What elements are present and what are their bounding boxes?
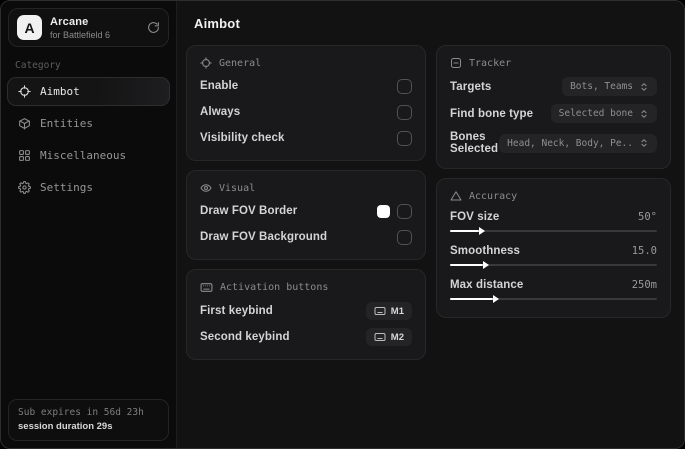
setting-row: Find bone type Selected bone [450, 104, 657, 123]
category-label: Category [15, 60, 61, 71]
sidebar-item-label: Entities [40, 117, 93, 130]
setting-row: Bones Selected Head, Neck, Body, Pe.. [450, 131, 657, 155]
setting-row: Targets Bots, Teams [450, 77, 657, 96]
slider-thumb-icon[interactable] [493, 295, 500, 303]
second-keybind-button[interactable]: M2 [365, 328, 412, 346]
find-bone-type-dropdown[interactable]: Selected bone [550, 104, 657, 123]
fov-border-color-swatch[interactable] [377, 204, 390, 218]
sidebar-item-entities[interactable]: Entities [7, 109, 170, 138]
draw-fov-background-checkbox[interactable] [397, 229, 412, 245]
setting-row: FOV size 50° [450, 211, 657, 236]
bones-selected-dropdown[interactable]: Head, Neck, Body, Pe.. [499, 133, 657, 153]
page-title: Aimbot [194, 16, 240, 31]
setting-row: First keybind M1 [200, 302, 412, 320]
visual-card: Visual Draw FOV Border Draw FOV Backgrou… [186, 170, 426, 260]
chevrons-up-down-icon [639, 109, 649, 119]
sidebar-item-miscellaneous[interactable]: Miscellaneous [7, 141, 170, 170]
first-keybind-button[interactable]: M1 [365, 302, 412, 320]
keybind-value: M1 [390, 305, 404, 317]
sub-expiry-text: Sub expires in 56d 23h [18, 407, 144, 418]
setting-label: Enable [200, 80, 239, 92]
eye-icon [200, 182, 212, 194]
fov-size-value: 50° [638, 211, 657, 223]
setting-row: Draw FOV Border [200, 202, 412, 220]
app-subtitle: for Battlefield 6 [50, 29, 111, 40]
dropdown-value: Bots, Teams [570, 81, 633, 92]
minus-square-icon [450, 57, 462, 69]
setting-label: Draw FOV Background [200, 231, 328, 243]
card-title: Accuracy [469, 190, 518, 202]
keyboard-icon [374, 305, 386, 317]
logo-text: Arcane for Battlefield 6 [50, 16, 110, 40]
grid-icon [18, 149, 31, 162]
setting-label: Visibility check [200, 132, 285, 144]
accuracy-card: Accuracy FOV size 50° Smoothness 15.0 Ma… [436, 178, 671, 318]
max-distance-value: 250m [631, 279, 657, 291]
dropdown-value: Selected bone [558, 108, 633, 119]
sidebar-item-label: Settings [40, 181, 93, 194]
triangle-icon [450, 190, 462, 202]
crosshair-icon [18, 85, 31, 98]
card-title: Tracker [469, 57, 512, 69]
sidebar-item-label: Aimbot [40, 85, 80, 98]
general-card: General Enable Always Visibility check [186, 45, 426, 161]
max-distance-slider[interactable] [450, 294, 657, 304]
dropdown-value: Head, Neck, Body, Pe.. [507, 137, 633, 149]
visibility-check-checkbox[interactable] [397, 130, 412, 146]
keyboard-icon [200, 281, 213, 294]
keybind-value: M2 [390, 331, 404, 343]
slider-thumb-icon[interactable] [483, 261, 490, 269]
tracker-card: Tracker Targets Bots, Teams Find bone ty… [436, 45, 671, 169]
chevrons-up-down-icon [639, 138, 649, 148]
sidebar-item-aimbot[interactable]: Aimbot [7, 77, 170, 106]
keyboard-icon [374, 331, 386, 343]
setting-label: Targets [450, 80, 492, 93]
setting-label: Second keybind [200, 331, 290, 343]
setting-row: Smoothness 15.0 [450, 245, 657, 270]
cube-icon [18, 117, 31, 130]
setting-row: Enable [200, 77, 412, 95]
sidebar-item-label: Miscellaneous [40, 149, 127, 162]
session-duration-text: session duration 29s [18, 421, 113, 432]
main-panel: Aimbot General Enable Always Visibility … [177, 1, 684, 448]
setting-label: Bones Selected [450, 131, 499, 155]
smoothness-value: 15.0 [631, 245, 657, 257]
setting-row: Always [200, 103, 412, 121]
card-title: General [219, 57, 262, 69]
app-logo: A [17, 15, 42, 40]
app-window: A Arcane for Battlefield 6 Category Aimb… [0, 0, 685, 449]
sidebar-nav: Aimbot Entities Miscellaneous Settings [1, 77, 176, 202]
setting-label: First keybind [200, 305, 273, 317]
enable-checkbox[interactable] [397, 78, 412, 94]
setting-label: Draw FOV Border [200, 205, 298, 217]
activation-buttons-card: Activation buttons First keybind M1 Seco… [186, 269, 426, 360]
logo-card: A Arcane for Battlefield 6 [8, 8, 169, 47]
card-title: Visual [219, 182, 256, 194]
crosshair-icon [200, 57, 212, 69]
smoothness-slider[interactable] [450, 260, 657, 270]
app-name: Arcane [50, 15, 89, 28]
card-title: Activation buttons [220, 282, 329, 293]
slider-thumb-icon[interactable] [478, 227, 485, 235]
sidebar: A Arcane for Battlefield 6 Category Aimb… [1, 1, 177, 448]
setting-label: Find bone type [450, 107, 534, 120]
sidebar-item-settings[interactable]: Settings [7, 173, 170, 202]
setting-label: Smoothness [450, 245, 521, 257]
targets-dropdown[interactable]: Bots, Teams [562, 77, 657, 96]
setting-row: Second keybind M2 [200, 328, 412, 346]
fov-size-slider[interactable] [450, 226, 657, 236]
setting-row: Visibility check [200, 129, 412, 147]
setting-label: FOV size [450, 211, 500, 223]
subscription-info: Sub expires in 56d 23h session duration … [8, 399, 169, 441]
chevrons-up-down-icon [639, 82, 649, 92]
always-checkbox[interactable] [397, 104, 412, 120]
refresh-icon[interactable] [147, 21, 160, 34]
setting-row: Draw FOV Background [200, 228, 412, 246]
setting-label: Max distance [450, 279, 524, 291]
gear-icon [18, 181, 31, 194]
setting-label: Always [200, 106, 241, 118]
draw-fov-border-checkbox[interactable] [397, 203, 412, 219]
setting-row: Max distance 250m [450, 279, 657, 304]
